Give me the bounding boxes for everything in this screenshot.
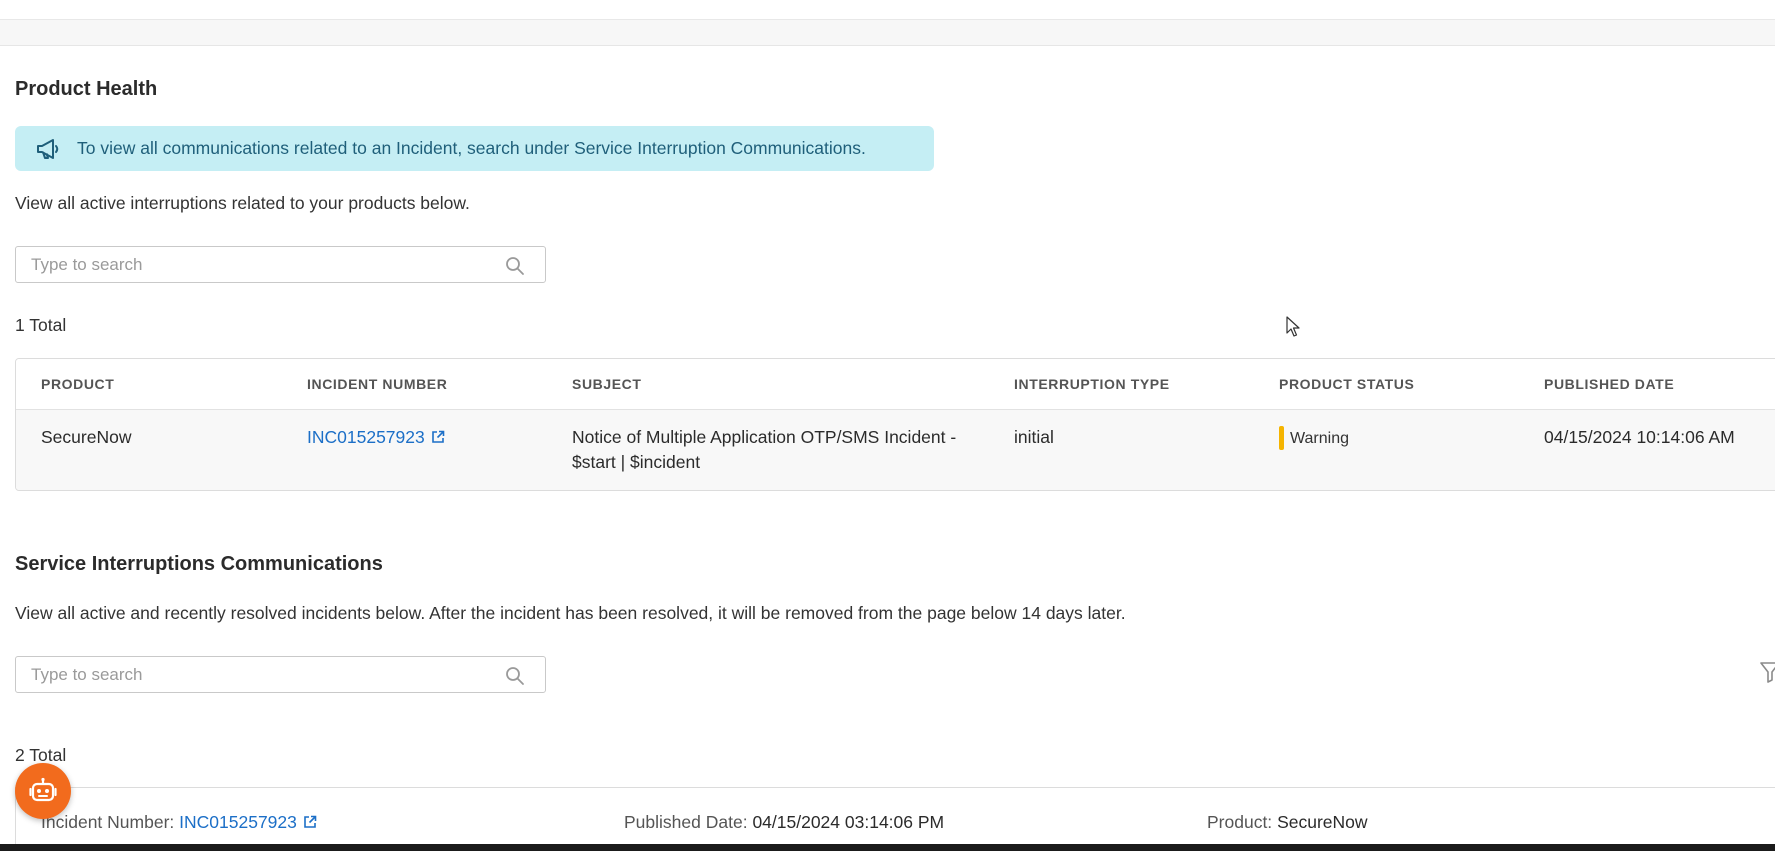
product-health-search[interactable]	[15, 246, 546, 283]
service-interruptions-search[interactable]	[15, 656, 546, 693]
card-published-date: Published Date: 04/15/2024 03:14:06 PM	[624, 812, 944, 833]
top-bar	[0, 0, 1775, 20]
card-incident-number: Incident Number: INC015257923	[41, 812, 317, 833]
column-header-subject[interactable]: SUBJECT	[572, 376, 642, 392]
chat-bot-icon	[29, 777, 57, 802]
bottom-strip	[0, 844, 1775, 851]
info-banner: To view all communications related to an…	[15, 126, 934, 171]
status-badge: Warning	[1290, 429, 1349, 447]
published-date-label: Published Date:	[624, 812, 748, 832]
row-subject: Notice of Multiple Application OTP/SMS I…	[572, 427, 957, 472]
row-product-status: Warning	[1279, 425, 1349, 451]
mouse-cursor-icon	[1286, 316, 1300, 337]
table-row: SecureNow INC015257923 Notice of Multipl…	[16, 410, 1775, 490]
published-date-value: 04/15/2024 03:14:06 PM	[752, 812, 945, 832]
row-published-date: 04/15/2024 10:14:06 AM	[1544, 427, 1735, 447]
service-interruptions-title: Service Interruptions Communications	[15, 553, 383, 575]
product-health-description: View all active interruptions related to…	[15, 193, 470, 213]
search-icon[interactable]	[505, 666, 525, 686]
sub-bar	[0, 20, 1775, 46]
warning-status-indicator	[1279, 426, 1284, 451]
row-interruption-type: initial	[1014, 427, 1054, 447]
product-label: Product:	[1207, 812, 1273, 832]
search-icon[interactable]	[505, 256, 525, 276]
column-header-product-status[interactable]: PRODUCT STATUS	[1279, 376, 1414, 392]
card-incident-number-link[interactable]: INC015257923	[179, 812, 297, 832]
megaphone-icon	[35, 137, 61, 161]
row-product: SecureNow	[41, 427, 132, 447]
incident-number-label: Incident Number:	[41, 812, 175, 832]
product-value: SecureNow	[1277, 812, 1368, 832]
service-interruptions-description: View all active and recently resolved in…	[15, 603, 1126, 623]
column-header-product[interactable]: PRODUCT	[41, 376, 114, 392]
product-health-total: 1 Total	[15, 315, 67, 335]
product-health-table: PRODUCT INCIDENT NUMBER SUBJECT INTERRUP…	[15, 358, 1775, 491]
external-link-icon[interactable]	[303, 815, 317, 829]
row-incident-number[interactable]: INC015257923	[307, 425, 445, 450]
product-health-title: Product Health	[15, 78, 158, 100]
service-interruptions-search-input[interactable]	[16, 657, 486, 692]
incident-card: Incident Number: INC015257923 Published …	[15, 787, 1775, 851]
card-product: Product: SecureNow	[1207, 812, 1368, 833]
external-link-icon[interactable]	[431, 430, 445, 444]
column-header-published-date[interactable]: PUBLISHED DATE	[1544, 376, 1674, 392]
table-header: PRODUCT INCIDENT NUMBER SUBJECT INTERRUP…	[16, 359, 1775, 410]
banner-text: To view all communications related to an…	[77, 138, 866, 158]
column-header-interruption-type[interactable]: INTERRUPTION TYPE	[1014, 376, 1170, 392]
chat-bot-button[interactable]	[15, 763, 71, 819]
incident-number-link[interactable]: INC015257923	[307, 427, 425, 447]
filter-icon[interactable]	[1760, 661, 1775, 683]
column-header-incident-number[interactable]: INCIDENT NUMBER	[307, 376, 447, 392]
product-health-search-input[interactable]	[16, 247, 486, 282]
